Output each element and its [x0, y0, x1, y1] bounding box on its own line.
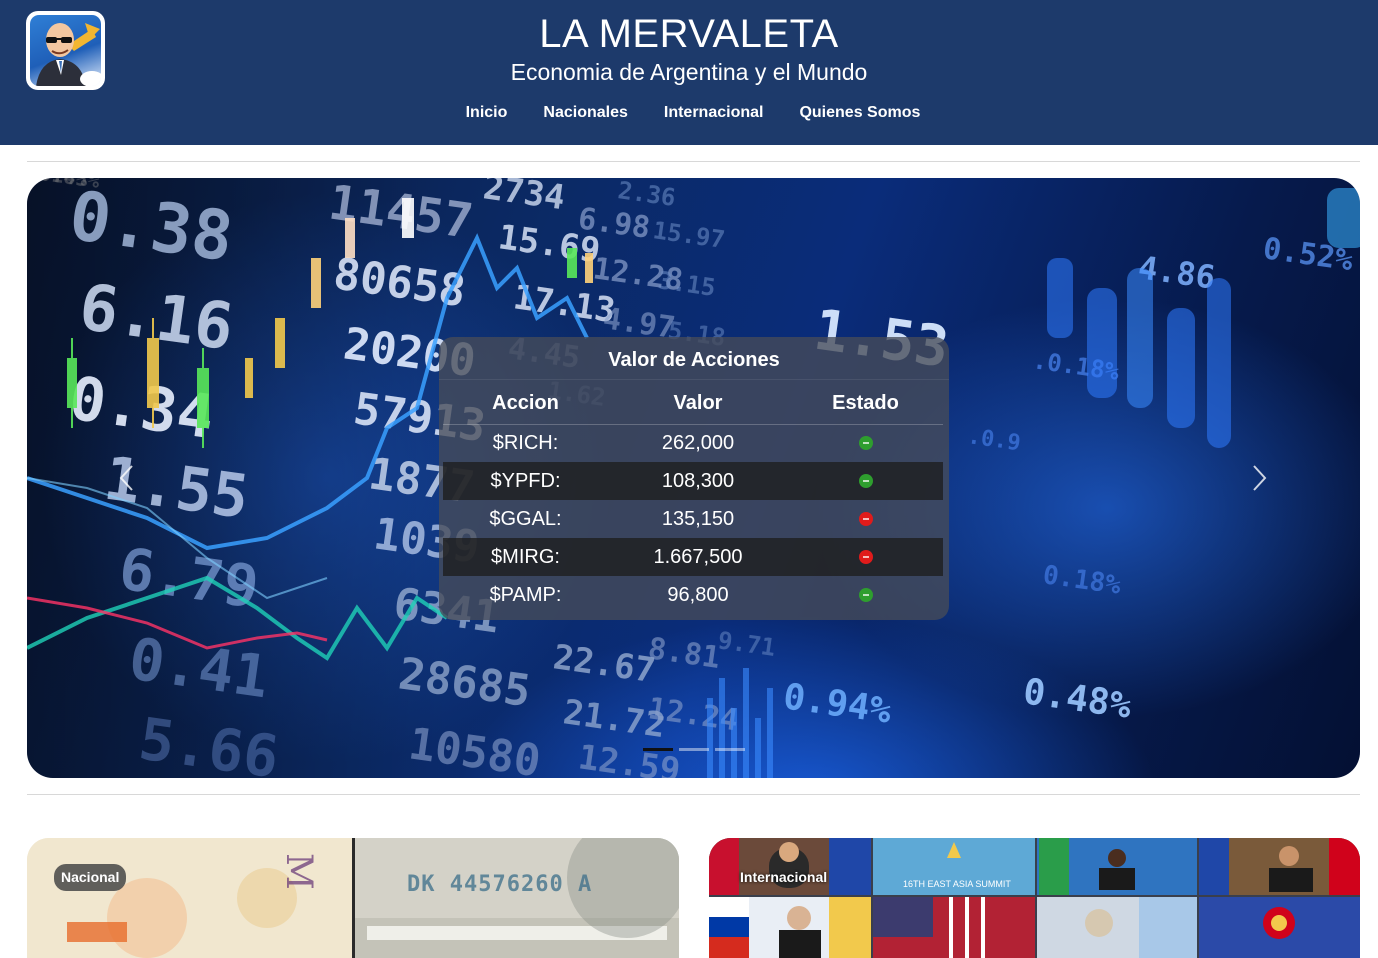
stock-value: 1.667,500: [608, 538, 788, 576]
svg-text:M: M: [278, 853, 319, 890]
stock-values-panel: Valor de Acciones Accion Valor Estado $R…: [439, 337, 949, 620]
carousel-indicator-3[interactable]: [715, 748, 745, 751]
banknote-serial-text: DK 44576260 A: [407, 872, 593, 897]
stock-value: 262,000: [661, 431, 735, 454]
column-header-valor: Valor: [608, 380, 788, 425]
top-divider: [27, 161, 1360, 162]
stock-value: 96,800: [667, 583, 729, 606]
stock-status: [788, 424, 943, 462]
ticker-figure: 15.97: [651, 216, 726, 254]
stock-symbol: $RICH:: [492, 431, 559, 454]
status-up-icon: [858, 474, 873, 489]
site-subtitle: Economia de Argentina y el Mundo: [510, 59, 868, 85]
stock-symbol: $MIRG:: [443, 538, 608, 576]
status-down-icon: [858, 512, 873, 527]
stock-row: $GGAL: 135,150: [443, 500, 943, 538]
card-nacional[interactable]: M DK 44576260 A Nacional: [27, 838, 679, 958]
stock-symbol: $PAMP:: [489, 583, 562, 606]
stock-table: Accion Valor Estado $RICH: 262,000 $YPFD: 1…: [443, 380, 943, 614]
ticker-figure: 22.67: [551, 637, 658, 691]
stock-status: [788, 538, 943, 576]
card-internacional[interactable]: 16TH EAST ASIA SUMMIT Internacional: [709, 838, 1360, 958]
column-header-accion: Accion: [443, 380, 608, 425]
ticker-figure: 3.15: [656, 266, 717, 302]
ticker-figure: .0.9: [966, 424, 1022, 456]
ticker-figure: 2734: [481, 178, 568, 218]
hero-carousel[interactable]: 0.38 6.16 0.34 1.55 6.79 0.41 5.66 11457 80658 20…: [27, 178, 1360, 778]
stock-symbol: $GGAL:: [489, 507, 562, 530]
stock-table-header: Accion Valor Estado: [443, 380, 943, 425]
category-badge-nacional[interactable]: Nacional: [54, 864, 127, 891]
site-title: LA MERVALETA: [539, 12, 839, 56]
ticker-figure: 12.59: [576, 737, 683, 778]
nav-internacional[interactable]: Internacional: [664, 104, 764, 122]
main-nav: Inicio Nacionales Internacional Quienes …: [0, 104, 1378, 122]
stock-row: $PAMP: 96,800: [443, 576, 943, 614]
status-down-icon: [858, 550, 873, 565]
carousel-indicator-1[interactable]: [643, 748, 673, 751]
site-header: LA MERVALETA Economia de Argentina y el …: [0, 0, 1378, 145]
bottom-divider: [27, 794, 1360, 795]
ticker-figure: 9.71: [716, 626, 777, 662]
banknotes-image: M: [27, 838, 679, 958]
carousel-indicators: [643, 748, 745, 751]
stock-table-title: Valor de Acciones: [439, 337, 949, 380]
chevron-right-icon: [1253, 465, 1267, 491]
ticker-figure: 8.81: [646, 631, 722, 676]
stock-symbol: $YPFD:: [443, 462, 608, 500]
summit-banner-text: 16TH EAST ASIA SUMMIT: [903, 879, 1011, 889]
stock-row: $RICH: 262,000: [443, 424, 943, 462]
stock-status: [788, 462, 943, 500]
ticker-figure: 0.18%: [1041, 560, 1123, 601]
nav-quienes-somos[interactable]: Quienes Somos: [799, 104, 920, 122]
ticker-figure: 10580: [405, 718, 543, 778]
stock-row: $MIRG: 1.667,500: [443, 538, 943, 576]
nav-inicio[interactable]: Inicio: [466, 104, 508, 122]
carousel-indicator-2[interactable]: [679, 748, 709, 751]
nav-nacionales[interactable]: Nacionales: [543, 104, 627, 122]
column-header-estado: Estado: [788, 380, 943, 425]
stock-row: $YPFD: 108,300: [443, 462, 943, 500]
chevron-left-icon: [119, 465, 133, 491]
stock-value: 108,300: [608, 462, 788, 500]
stock-value: 135,150: [661, 507, 735, 530]
carousel-prev-button[interactable]: [115, 463, 139, 493]
carousel-next-button[interactable]: [1247, 463, 1271, 493]
stock-status: [788, 576, 943, 614]
summit-video-grid-image: [709, 838, 1360, 958]
ticker-figure: 0.48%: [1021, 671, 1134, 727]
stock-status: [788, 500, 943, 538]
status-up-icon: [858, 436, 873, 451]
category-badge-internacional[interactable]: Internacional: [733, 864, 834, 891]
status-up-icon: [858, 588, 873, 603]
ticker-figure: 0.94%: [781, 676, 894, 732]
